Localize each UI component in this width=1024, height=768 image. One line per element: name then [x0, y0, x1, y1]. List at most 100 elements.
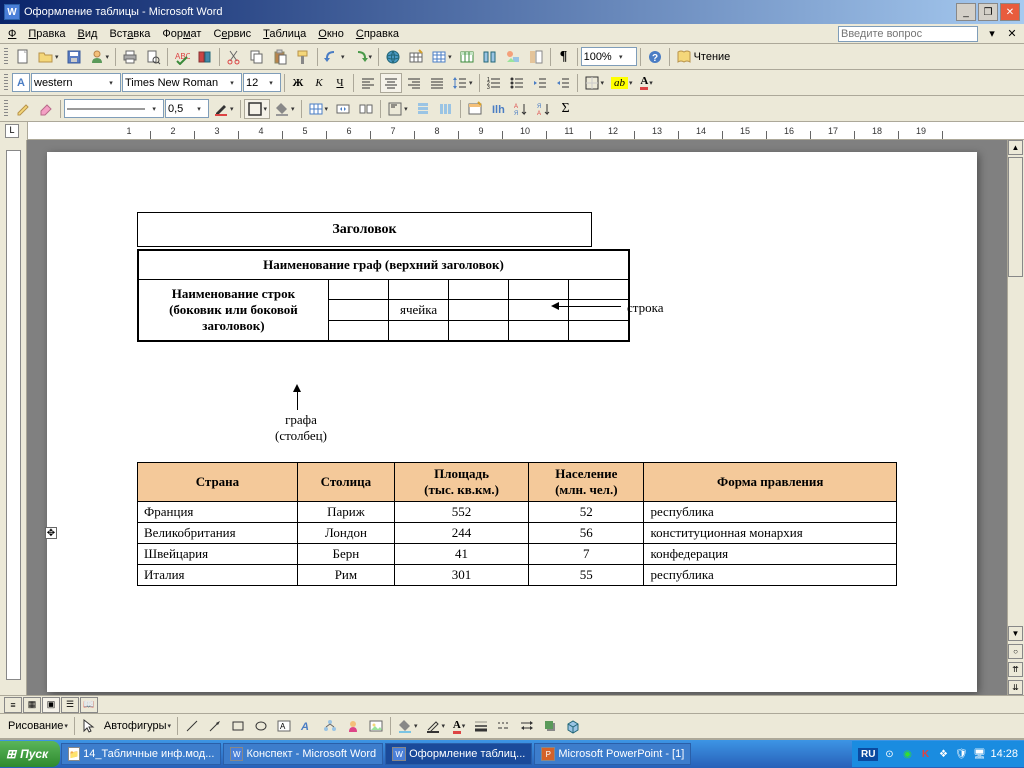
schema-cell-labeled[interactable]: ячейка — [388, 300, 448, 321]
help-button[interactable]: ? — [644, 47, 666, 67]
restore-button[interactable]: ❐ — [978, 3, 998, 21]
line-button[interactable] — [181, 716, 203, 736]
save-button[interactable] — [63, 47, 85, 67]
schema-top-header[interactable]: Наименование граф (верхний заголовок) — [138, 250, 629, 280]
columns-button[interactable] — [479, 47, 501, 67]
dash-style-button[interactable] — [493, 716, 515, 736]
taskbar-item-word2[interactable]: WОформление таблиц... — [385, 743, 532, 765]
schema-cell[interactable] — [328, 280, 388, 300]
tray-icon[interactable]: ❖ — [936, 747, 950, 761]
menu-table[interactable]: Таблица — [257, 26, 312, 42]
bulleted-list-button[interactable] — [506, 73, 528, 93]
schema-title[interactable]: Заголовок — [137, 212, 592, 247]
line-spacing-button[interactable]: ▾ — [449, 73, 476, 93]
schema-cell[interactable] — [569, 300, 629, 321]
doc-map-button[interactable] — [525, 47, 547, 67]
print-preview-button[interactable] — [142, 47, 164, 67]
wordart-button[interactable]: A — [296, 716, 318, 736]
schema-cell[interactable] — [509, 280, 569, 300]
tables-borders-button[interactable] — [405, 47, 427, 67]
menu-insert[interactable]: Вставка — [103, 26, 156, 42]
schema-cell[interactable] — [449, 321, 509, 341]
fill-color-button[interactable]: ▾ — [394, 716, 421, 736]
drawing-button[interactable] — [502, 47, 524, 67]
autoformat-button[interactable] — [464, 99, 486, 119]
schema-cell[interactable] — [509, 321, 569, 341]
countries-table[interactable]: Страна Столица Площадь(тыс. кв.км.) Насе… — [137, 462, 897, 586]
schema-cell[interactable] — [569, 321, 629, 341]
toolbar-grip[interactable] — [4, 48, 8, 66]
autosum-button[interactable]: Σ — [556, 99, 576, 119]
schema-cell[interactable] — [328, 300, 388, 321]
oval-button[interactable] — [250, 716, 272, 736]
redo-button[interactable]: ▾ — [349, 47, 376, 67]
highlight-button[interactable]: ab▾ — [608, 73, 636, 93]
clock[interactable]: 14:28 — [990, 748, 1018, 760]
menu-view[interactable]: Вид — [72, 26, 104, 42]
autoshapes-button[interactable]: Автофигуры▾ — [101, 716, 174, 736]
spellcheck-button[interactable]: ABC — [171, 47, 193, 67]
distribute-rows-button[interactable] — [412, 99, 434, 119]
print-view-button[interactable]: ▣ — [42, 697, 60, 713]
normal-view-button[interactable]: ≡ — [4, 697, 22, 713]
document-page[interactable]: Заголовок Наименование граф (верхний заг… — [47, 152, 977, 692]
research-button[interactable] — [194, 47, 216, 67]
header-government[interactable]: Форма правления — [644, 462, 897, 501]
scroll-up-button[interactable]: ▲ — [1008, 140, 1023, 155]
web-view-button[interactable]: ▦ — [23, 697, 41, 713]
reading-layout-button[interactable]: Чтение — [673, 47, 734, 67]
size-combo[interactable]: 12▾ — [243, 73, 281, 92]
align-center-button[interactable] — [380, 73, 402, 93]
select-objects-button[interactable] — [78, 716, 100, 736]
tray-icon[interactable]: ◉ — [900, 747, 914, 761]
line-style-button[interactable] — [470, 716, 492, 736]
draw-table-button[interactable] — [12, 99, 34, 119]
menu-edit[interactable]: Правка — [22, 26, 71, 42]
font-color-button-2[interactable]: А▾ — [449, 716, 469, 736]
reading-view-button[interactable]: 📖 — [80, 697, 98, 713]
increase-indent-button[interactable] — [552, 73, 574, 93]
borders-button[interactable]: ▾ — [581, 73, 608, 93]
prev-page-button[interactable]: ⇈ — [1008, 662, 1023, 677]
open-button[interactable]: ▾ — [35, 47, 62, 67]
sort-asc-button[interactable]: АЯ — [510, 99, 532, 119]
tray-icon[interactable]: K — [918, 747, 932, 761]
hyperlink-button[interactable] — [382, 47, 404, 67]
table-row[interactable]: ИталияРим30155республика — [138, 564, 897, 585]
header-population[interactable]: Население(млн. чел.) — [529, 462, 644, 501]
header-area[interactable]: Площадь(тыс. кв.км.) — [394, 462, 528, 501]
align-justify-button[interactable] — [426, 73, 448, 93]
start-button[interactable]: ⊞Пуск — [0, 741, 60, 767]
align-top-left-button[interactable]: ▾ — [384, 99, 411, 119]
browse-object-button[interactable]: ○ — [1008, 644, 1023, 659]
tray-icon[interactable]: 🖥 — [972, 747, 986, 761]
split-cells-button[interactable] — [355, 99, 377, 119]
insert-worksheet-button[interactable] — [456, 47, 478, 67]
toolbar-grip[interactable] — [4, 74, 8, 92]
menu-format[interactable]: Формат — [156, 26, 207, 42]
formatting-marks-button[interactable]: ¶ — [554, 47, 574, 67]
text-direction-button[interactable]: Ilh — [487, 99, 509, 119]
scroll-thumb[interactable] — [1008, 157, 1023, 277]
page-viewport[interactable]: Заголовок Наименование граф (верхний заг… — [27, 140, 1007, 695]
styles-button[interactable]: А — [12, 73, 30, 92]
shadow-button[interactable] — [539, 716, 561, 736]
schema-cell[interactable] — [388, 321, 448, 341]
vertical-scrollbar[interactable]: ▲ ▼ ○ ⇈ ⇊ — [1007, 140, 1024, 695]
taskbar-item-ppt[interactable]: PMicrosoft PowerPoint - [1] — [534, 743, 691, 765]
align-right-button[interactable] — [403, 73, 425, 93]
font-color-button[interactable]: А▾ — [637, 73, 657, 93]
bold-button[interactable]: Ж — [288, 73, 308, 93]
table-row[interactable]: ШвейцарияБерн417конфедерация — [138, 543, 897, 564]
copy-button[interactable] — [246, 47, 268, 67]
vertical-ruler[interactable] — [0, 140, 27, 695]
arrow-button[interactable] — [204, 716, 226, 736]
style-combo[interactable]: western▾ — [31, 73, 121, 92]
tray-icon[interactable]: 🛡 — [954, 747, 968, 761]
eraser-button[interactable] — [35, 99, 57, 119]
next-page-button[interactable]: ⇊ — [1008, 680, 1023, 695]
header-capital[interactable]: Столица — [297, 462, 394, 501]
menu-help[interactable]: Справка — [350, 26, 405, 42]
insert-table-button-2[interactable]: ▾ — [305, 99, 332, 119]
schema-cell[interactable] — [509, 300, 569, 321]
